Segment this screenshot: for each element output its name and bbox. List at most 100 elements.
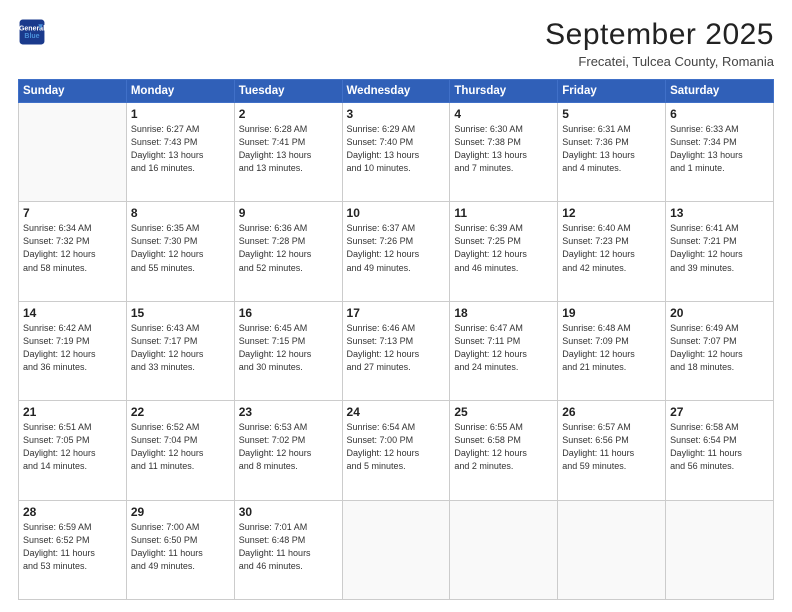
calendar-cell: 30 Sunrise: 7:01 AM Sunset: 6:48 PM Dayli…: [234, 500, 342, 599]
day-number: 13: [670, 206, 769, 220]
day-info: Sunrise: 7:01 AM Sunset: 6:48 PM Dayligh…: [239, 521, 338, 573]
day-number: 23: [239, 405, 338, 419]
day-header-sunday: Sunday: [19, 80, 127, 103]
calendar-cell: 16 Sunrise: 6:45 AM Sunset: 7:15 PM Dayli…: [234, 301, 342, 400]
calendar-cell: 6Sunrise: 6:33 AM Sunset: 7:34 PM Daylig…: [666, 103, 774, 202]
day-info: Sunrise: 6:35 AM Sunset: 7:30 PM Dayligh…: [131, 222, 230, 274]
day-info: Sunrise: 6:51 AM Sunset: 7:05 PM Dayligh…: [23, 421, 122, 473]
calendar-cell: 3Sunrise: 6:29 AM Sunset: 7:40 PM Daylig…: [342, 103, 450, 202]
day-info: Sunrise: 6:53 AM Sunset: 7:02 PM Dayligh…: [239, 421, 338, 473]
day-info: Sunrise: 6:48 AM Sunset: 7:09 PM Dayligh…: [562, 322, 661, 374]
calendar-cell: 5 Sunrise: 6:31 AM Sunset: 7:36 PM Daylig…: [558, 103, 666, 202]
calendar-cell: 12Sunrise: 6:40 AM Sunset: 7:23 PM Dayli…: [558, 202, 666, 301]
day-info: Sunrise: 6:29 AM Sunset: 7:40 PM Dayligh…: [347, 123, 446, 175]
calendar-table: SundayMondayTuesdayWednesdayThursdayFrid…: [18, 79, 774, 600]
day-info: Sunrise: 6:33 AM Sunset: 7:34 PM Dayligh…: [670, 123, 769, 175]
day-info: Sunrise: 6:31 AM Sunset: 7:36 PM Dayligh…: [562, 123, 661, 175]
day-number: 22: [131, 405, 230, 419]
calendar-cell: 4 Sunrise: 6:30 AM Sunset: 7:38 PM Daylig…: [450, 103, 558, 202]
day-number: 10: [347, 206, 446, 220]
day-number: 1: [131, 107, 230, 121]
day-info: Sunrise: 6:36 AM Sunset: 7:28 PM Dayligh…: [239, 222, 338, 274]
calendar-cell: 14 Sunrise: 6:42 AM Sunset: 7:19 PM Dayli…: [19, 301, 127, 400]
day-number: 19: [562, 306, 661, 320]
logo: General Blue: [18, 18, 46, 46]
header: General Blue September 2025 Frecatei, Tu…: [18, 18, 774, 69]
day-header-thursday: Thursday: [450, 80, 558, 103]
calendar-cell: 8 Sunrise: 6:35 AM Sunset: 7:30 PM Daylig…: [126, 202, 234, 301]
day-number: 26: [562, 405, 661, 419]
day-info: Sunrise: 6:55 AM Sunset: 6:58 PM Dayligh…: [454, 421, 553, 473]
calendar-cell: 18 Sunrise: 6:47 AM Sunset: 7:11 PM Dayli…: [450, 301, 558, 400]
day-number: 9: [239, 206, 338, 220]
day-info: Sunrise: 6:49 AM Sunset: 7:07 PM Dayligh…: [670, 322, 769, 374]
calendar-cell: 9 Sunrise: 6:36 AM Sunset: 7:28 PM Daylig…: [234, 202, 342, 301]
day-number: 5: [562, 107, 661, 121]
day-number: 2: [239, 107, 338, 121]
calendar-cell: 24 Sunrise: 6:54 AM Sunset: 7:00 PM Dayli…: [342, 401, 450, 500]
week-row-1: 1 Sunrise: 6:27 AM Sunset: 7:43 PM Daylig…: [19, 103, 774, 202]
day-number: 16: [239, 306, 338, 320]
day-info: Sunrise: 7:00 AM Sunset: 6:50 PM Dayligh…: [131, 521, 230, 573]
day-info: Sunrise: 6:39 AM Sunset: 7:25 PM Dayligh…: [454, 222, 553, 274]
calendar-cell: 23 Sunrise: 6:53 AM Sunset: 7:02 PM Dayli…: [234, 401, 342, 500]
calendar-cell: 19 Sunrise: 6:48 AM Sunset: 7:09 PM Dayli…: [558, 301, 666, 400]
calendar-cell: [558, 500, 666, 599]
day-header-wednesday: Wednesday: [342, 80, 450, 103]
calendar-cell: [450, 500, 558, 599]
day-info: Sunrise: 6:40 AM Sunset: 7:23 PM Dayligh…: [562, 222, 661, 274]
calendar-cell: [666, 500, 774, 599]
calendar-cell: 22Sunrise: 6:52 AM Sunset: 7:04 PM Dayli…: [126, 401, 234, 500]
calendar-cell: 1 Sunrise: 6:27 AM Sunset: 7:43 PM Daylig…: [126, 103, 234, 202]
day-number: 14: [23, 306, 122, 320]
title-block: September 2025 Frecatei, Tulcea County, …: [545, 18, 774, 69]
day-number: 7: [23, 206, 122, 220]
day-info: Sunrise: 6:30 AM Sunset: 7:38 PM Dayligh…: [454, 123, 553, 175]
day-info: Sunrise: 6:57 AM Sunset: 6:56 PM Dayligh…: [562, 421, 661, 473]
calendar-container: General Blue September 2025 Frecatei, Tu…: [0, 0, 792, 612]
day-info: Sunrise: 6:47 AM Sunset: 7:11 PM Dayligh…: [454, 322, 553, 374]
day-info: Sunrise: 6:37 AM Sunset: 7:26 PM Dayligh…: [347, 222, 446, 274]
calendar-cell: 13 Sunrise: 6:41 AM Sunset: 7:21 PM Dayli…: [666, 202, 774, 301]
day-info: Sunrise: 6:28 AM Sunset: 7:41 PM Dayligh…: [239, 123, 338, 175]
day-info: Sunrise: 6:59 AM Sunset: 6:52 PM Dayligh…: [23, 521, 122, 573]
calendar-cell: 29 Sunrise: 7:00 AM Sunset: 6:50 PM Dayli…: [126, 500, 234, 599]
day-number: 25: [454, 405, 553, 419]
day-number: 28: [23, 505, 122, 519]
day-info: Sunrise: 6:27 AM Sunset: 7:43 PM Dayligh…: [131, 123, 230, 175]
day-number: 29: [131, 505, 230, 519]
day-number: 11: [454, 206, 553, 220]
calendar-cell: 27 Sunrise: 6:58 AM Sunset: 6:54 PM Dayli…: [666, 401, 774, 500]
subtitle: Frecatei, Tulcea County, Romania: [545, 54, 774, 69]
calendar-cell: 20 Sunrise: 6:49 AM Sunset: 7:07 PM Dayli…: [666, 301, 774, 400]
day-info: Sunrise: 6:54 AM Sunset: 7:00 PM Dayligh…: [347, 421, 446, 473]
day-number: 21: [23, 405, 122, 419]
week-row-2: 7 Sunrise: 6:34 AM Sunset: 7:32 PM Daylig…: [19, 202, 774, 301]
day-info: Sunrise: 6:34 AM Sunset: 7:32 PM Dayligh…: [23, 222, 122, 274]
day-info: Sunrise: 6:58 AM Sunset: 6:54 PM Dayligh…: [670, 421, 769, 473]
day-number: 27: [670, 405, 769, 419]
week-row-3: 14 Sunrise: 6:42 AM Sunset: 7:19 PM Dayli…: [19, 301, 774, 400]
day-header-monday: Monday: [126, 80, 234, 103]
calendar-cell: [342, 500, 450, 599]
calendar-cell: 2 Sunrise: 6:28 AM Sunset: 7:41 PM Daylig…: [234, 103, 342, 202]
day-info: Sunrise: 6:46 AM Sunset: 7:13 PM Dayligh…: [347, 322, 446, 374]
week-row-4: 21 Sunrise: 6:51 AM Sunset: 7:05 PM Dayli…: [19, 401, 774, 500]
day-info: Sunrise: 6:43 AM Sunset: 7:17 PM Dayligh…: [131, 322, 230, 374]
calendar-header-row: SundayMondayTuesdayWednesdayThursdayFrid…: [19, 80, 774, 103]
week-row-5: 28 Sunrise: 6:59 AM Sunset: 6:52 PM Dayli…: [19, 500, 774, 599]
day-number: 18: [454, 306, 553, 320]
day-number: 8: [131, 206, 230, 220]
calendar-cell: 21 Sunrise: 6:51 AM Sunset: 7:05 PM Dayli…: [19, 401, 127, 500]
day-header-saturday: Saturday: [666, 80, 774, 103]
day-number: 30: [239, 505, 338, 519]
day-number: 20: [670, 306, 769, 320]
day-number: 4: [454, 107, 553, 121]
day-info: Sunrise: 6:42 AM Sunset: 7:19 PM Dayligh…: [23, 322, 122, 374]
calendar-cell: 17Sunrise: 6:46 AM Sunset: 7:13 PM Dayli…: [342, 301, 450, 400]
day-number: 24: [347, 405, 446, 419]
logo-icon: General Blue: [18, 18, 46, 46]
calendar-cell: 26 Sunrise: 6:57 AM Sunset: 6:56 PM Dayli…: [558, 401, 666, 500]
day-info: Sunrise: 6:45 AM Sunset: 7:15 PM Dayligh…: [239, 322, 338, 374]
day-info: Sunrise: 6:41 AM Sunset: 7:21 PM Dayligh…: [670, 222, 769, 274]
